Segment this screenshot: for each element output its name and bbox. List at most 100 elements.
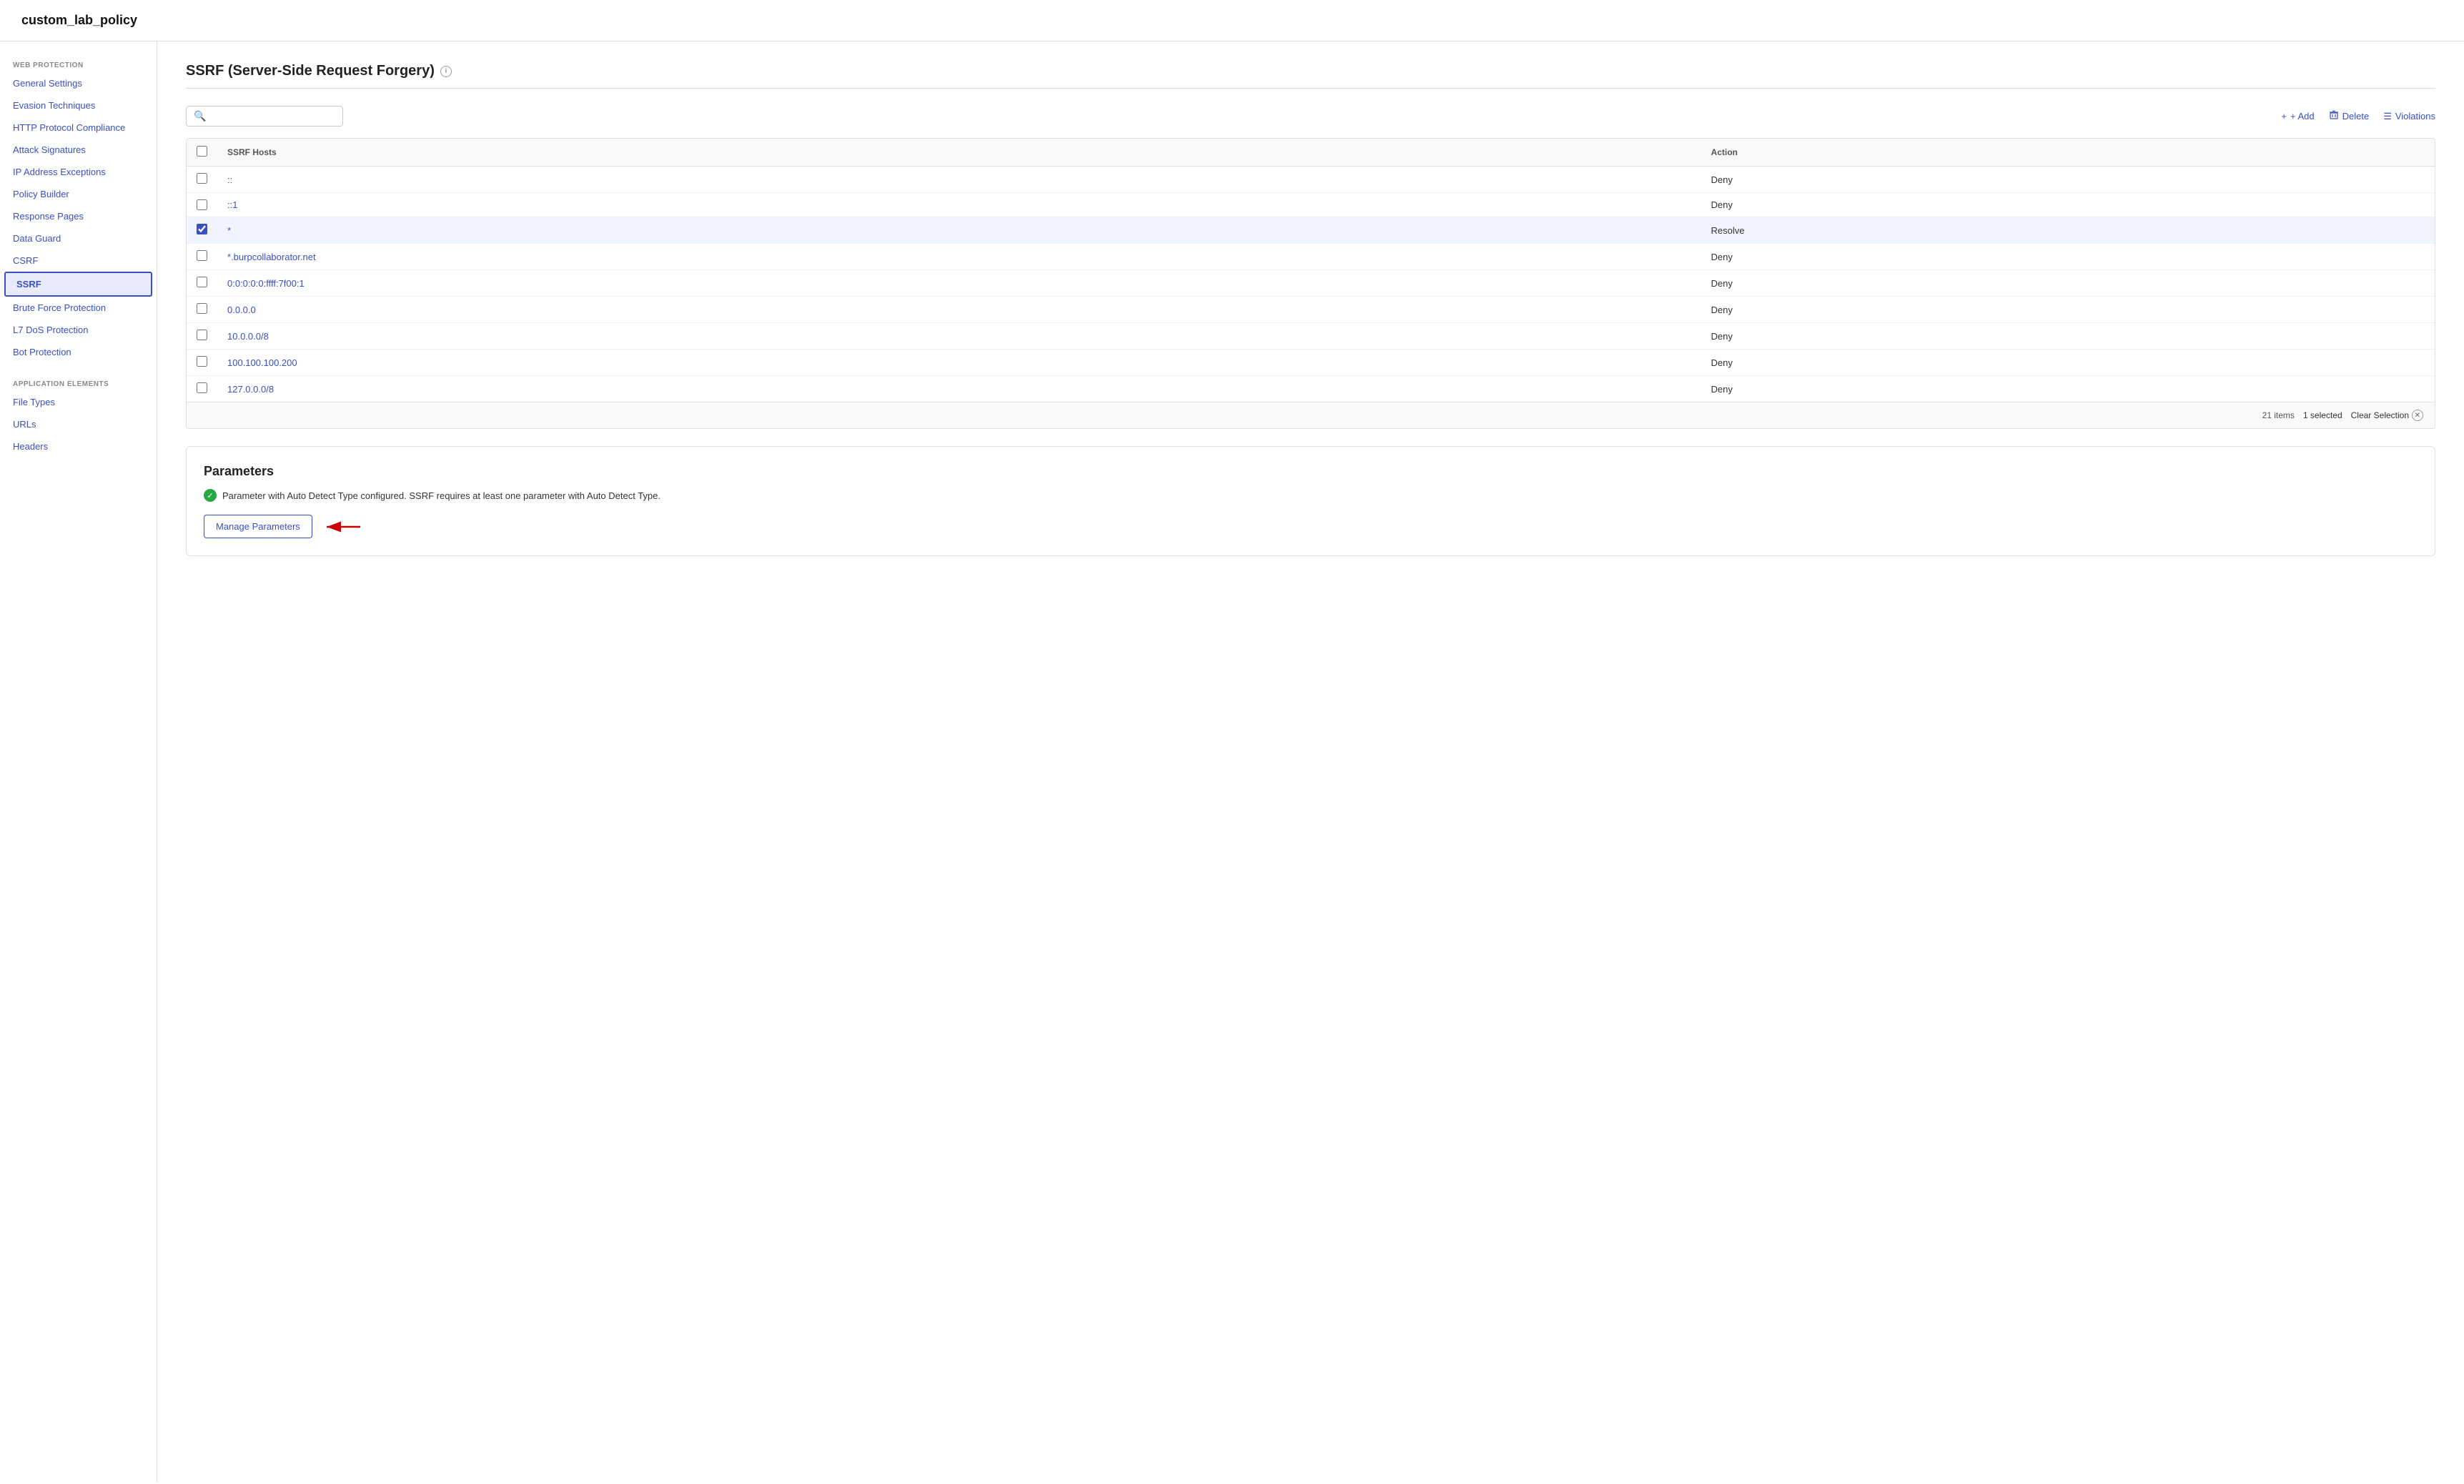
row-action: Deny [1701, 270, 2435, 297]
sidebar-item-brute-force-protection[interactable]: Brute Force Protection [0, 297, 157, 319]
col-header-hosts: SSRF Hosts [217, 139, 1701, 167]
row-host[interactable]: 0:0:0:0:0:ffff:7f00:1 [217, 270, 1701, 297]
row-action: Deny [1701, 193, 2435, 217]
row-checkbox[interactable] [197, 277, 207, 287]
row-checkbox-cell [187, 270, 217, 297]
row-host[interactable]: 0.0.0.0 [217, 297, 1701, 323]
add-icon: + [2281, 111, 2287, 122]
sidebar-item-ip-address-exceptions[interactable]: IP Address Exceptions [0, 161, 157, 183]
toolbar-actions: + + Add Delete [2281, 110, 2435, 122]
row-checkbox[interactable] [197, 330, 207, 340]
table-row: ::1Deny [187, 193, 2435, 217]
row-checkbox[interactable] [197, 382, 207, 393]
row-host[interactable]: :: [217, 167, 1701, 193]
row-host[interactable]: * [217, 217, 1701, 244]
row-checkbox-cell [187, 167, 217, 193]
row-checkbox-cell [187, 217, 217, 244]
row-action: Deny [1701, 350, 2435, 376]
param-info-text: Parameter with Auto Detect Type configur… [222, 490, 660, 501]
row-checkbox[interactable] [197, 173, 207, 184]
sidebar-item-response-pages[interactable]: Response Pages [0, 205, 157, 227]
row-action: Deny [1701, 323, 2435, 350]
row-action: Deny [1701, 297, 2435, 323]
table-row: 127.0.0.0/8Deny [187, 376, 2435, 402]
red-arrow-manage [321, 518, 364, 535]
row-host[interactable]: *.burpcollaborator.net [217, 244, 1701, 270]
row-checkbox-cell [187, 193, 217, 217]
selected-count: 1 selected [2303, 410, 2342, 420]
table-footer: 21 items 1 selected Clear Selection ✕ [187, 402, 2435, 428]
search-box[interactable]: 🔍 [186, 106, 343, 127]
sidebar-item-bot-protection[interactable]: Bot Protection [0, 341, 157, 363]
trash-icon [2329, 110, 2339, 122]
sidebar-item-general-settings[interactable]: General Settings [0, 72, 157, 94]
search-input[interactable] [210, 111, 335, 122]
info-icon[interactable]: i [440, 66, 452, 77]
page-title: SSRF (Server-Side Request Forgery) [186, 63, 435, 79]
violations-label: Violations [2395, 111, 2435, 122]
row-checkbox[interactable] [197, 303, 207, 314]
table-row: *.burpcollaborator.netDeny [187, 244, 2435, 270]
sidebar-item-file-types[interactable]: File Types [0, 391, 157, 413]
row-checkbox-cell [187, 350, 217, 376]
sidebar-item-http-protocol-compliance[interactable]: HTTP Protocol Compliance [0, 117, 157, 139]
table-row: 0:0:0:0:0:ffff:7f00:1Deny [187, 270, 2435, 297]
search-icon: 🔍 [194, 110, 206, 122]
ssrf-hosts-table: SSRF Hosts Action ::Deny ::1Deny*Resolve… [186, 138, 2435, 429]
violations-icon: ☰ [2383, 111, 2392, 122]
sidebar-item-urls[interactable]: URLs [0, 413, 157, 435]
page-title-area: SSRF (Server-Side Request Forgery) i [186, 63, 2435, 89]
row-checkbox-cell [187, 376, 217, 402]
delete-label: Delete [2342, 111, 2370, 122]
table-row: ::Deny [187, 167, 2435, 193]
row-action: Deny [1701, 167, 2435, 193]
row-host[interactable]: 127.0.0.0/8 [217, 376, 1701, 402]
check-circle-icon: ✓ [204, 489, 217, 502]
row-checkbox[interactable] [197, 250, 207, 261]
manage-params-area: Manage Parameters [204, 515, 2418, 538]
sidebar-item-headers[interactable]: Headers [0, 435, 157, 457]
row-host[interactable]: 100.100.100.200 [217, 350, 1701, 376]
row-host[interactable]: 10.0.0.0/8 [217, 323, 1701, 350]
items-count: 21 items [2262, 410, 2295, 420]
row-action: Resolve [1701, 217, 2435, 244]
sidebar-item-data-guard[interactable]: Data Guard [0, 227, 157, 249]
red-arrow-row [186, 198, 189, 212]
sidebar: WEB PROTECTION General Settings Evasion … [0, 41, 157, 1483]
clear-selection-button[interactable]: Clear Selection ✕ [2351, 410, 2423, 421]
row-action: Deny [1701, 376, 2435, 402]
row-checkbox[interactable] [197, 224, 207, 234]
row-checkbox[interactable] [197, 199, 207, 210]
sidebar-item-attack-signatures[interactable]: Attack Signatures [0, 139, 157, 161]
hosts-table-element: SSRF Hosts Action ::Deny ::1Deny*Resolve… [187, 139, 2435, 402]
row-checkbox-cell [187, 244, 217, 270]
table-row: *Resolve [187, 217, 2435, 244]
delete-button[interactable]: Delete [2329, 110, 2370, 122]
table-row: 0.0.0.0Deny [187, 297, 2435, 323]
row-host[interactable]: ::1 [217, 193, 1701, 217]
clear-selection-label: Clear Selection [2351, 410, 2409, 420]
col-header-action: Action [1701, 139, 2435, 167]
select-all-checkbox[interactable] [197, 146, 207, 157]
parameters-section: Parameters ✓ Parameter with Auto Detect … [186, 446, 2435, 556]
table-row: 10.0.0.0/8Deny [187, 323, 2435, 350]
sidebar-item-csrf[interactable]: CSRF [0, 249, 157, 272]
sidebar-item-ssrf[interactable]: SSRF [4, 272, 152, 297]
main-content: SSRF (Server-Side Request Forgery) i 🔍 +… [157, 41, 2464, 1483]
row-checkbox-cell [187, 297, 217, 323]
sidebar-item-l7-dos-protection[interactable]: L7 DoS Protection [0, 319, 157, 341]
top-bar: custom_lab_policy [0, 0, 2464, 41]
clear-x-icon: ✕ [2412, 410, 2423, 421]
web-protection-label: WEB PROTECTION [0, 56, 157, 72]
row-checkbox[interactable] [197, 356, 207, 367]
sidebar-item-evasion-techniques[interactable]: Evasion Techniques [0, 94, 157, 117]
table-header-row: SSRF Hosts Action [187, 139, 2435, 167]
application-elements-label: APPLICATION ELEMENTS [0, 375, 157, 391]
add-button[interactable]: + + Add [2281, 111, 2314, 122]
add-label: + Add [2290, 111, 2315, 122]
manage-parameters-button[interactable]: Manage Parameters [204, 515, 312, 538]
violations-button[interactable]: ☰ Violations [2383, 111, 2435, 122]
param-info: ✓ Parameter with Auto Detect Type config… [204, 489, 2418, 502]
select-all-cell [187, 139, 217, 167]
sidebar-item-policy-builder[interactable]: Policy Builder [0, 183, 157, 205]
